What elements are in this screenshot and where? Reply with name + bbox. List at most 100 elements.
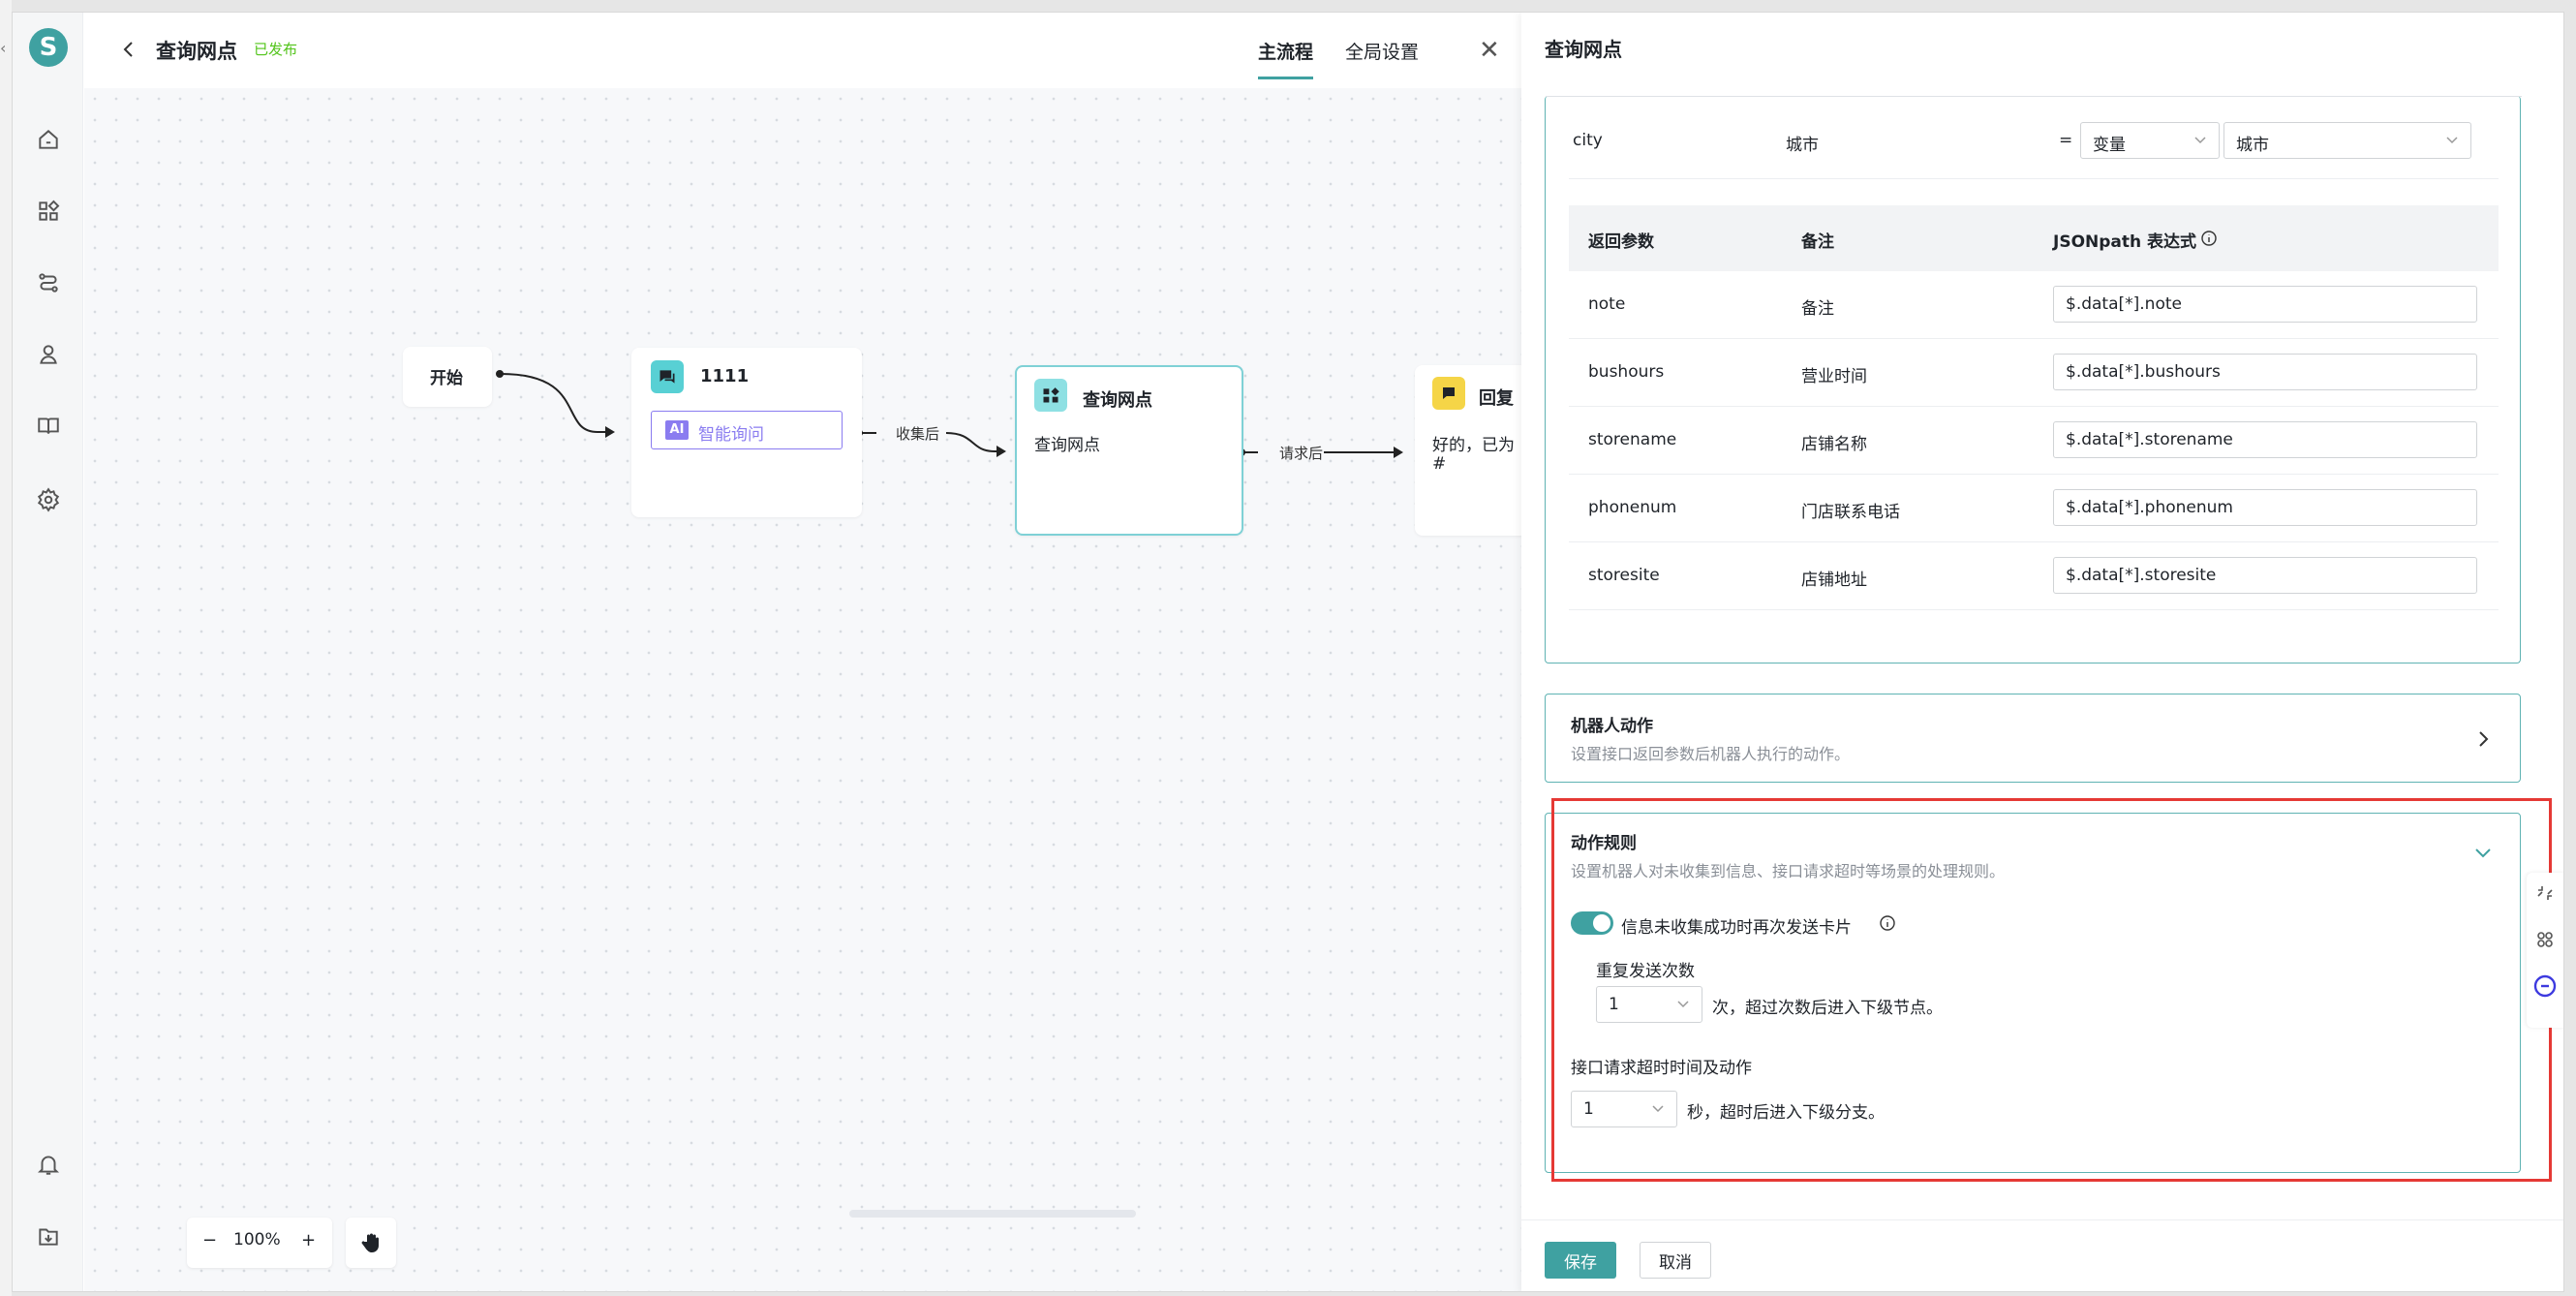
- jsonpath-input[interactable]: $.data[*].storename: [2053, 421, 2477, 458]
- query-node-title: 查询网点: [1083, 390, 1152, 411]
- status-badge: 已发布: [254, 41, 298, 58]
- flow-icon[interactable]: [36, 270, 61, 295]
- arrowhead-collect: [605, 426, 615, 438]
- jsonpath-input[interactable]: $.data[*].bushours: [2053, 354, 2477, 390]
- header-jsonpath: JSONpath 表达式: [2053, 232, 2197, 252]
- back-arrow-icon[interactable]: [117, 38, 140, 61]
- return-params-header: 返回参数 备注 JSONpath 表达式: [1569, 205, 2499, 271]
- row-divider: [1569, 609, 2499, 610]
- params-card: city 城市 = 变量 城市 返回参数 备注 JSONpath 表达式 not…: [1545, 96, 2522, 663]
- link-icon[interactable]: [2534, 929, 2556, 950]
- value-type-select[interactable]: 变量: [2080, 122, 2220, 159]
- api-icon: [1034, 379, 1067, 412]
- zoom-in-button[interactable]: +: [301, 1230, 316, 1250]
- return-param-note: 备注: [1801, 299, 1834, 319]
- reply-node-title: 回复: [1479, 388, 1514, 409]
- chevron-down-icon: [2194, 137, 2206, 144]
- collect-node-title: 1111: [700, 366, 750, 386]
- tab-main-flow[interactable]: 主流程: [1258, 38, 1314, 79]
- edge-label-after-request: 请求后: [1279, 445, 1324, 462]
- return-param-name: storename: [1588, 430, 1677, 449]
- table-row: note 备注 $.data[*].note: [1569, 271, 2499, 339]
- start-node-label: 开始: [430, 369, 463, 388]
- edge-label-after-collect: 收集后: [896, 425, 940, 443]
- query-node-body: 查询网点: [1034, 436, 1100, 455]
- return-param-name: phonenum: [1588, 498, 1677, 517]
- jsonpath-input[interactable]: $.data[*].storesite: [2053, 557, 2477, 594]
- variable-select[interactable]: 城市: [2223, 122, 2471, 159]
- robot-icon[interactable]: [36, 342, 61, 367]
- jsonpath-input[interactable]: $.data[*].note: [2053, 286, 2477, 323]
- message-icon: [1432, 377, 1465, 410]
- tab-global-settings[interactable]: 全局设置: [1345, 38, 1419, 64]
- canvas-horizontal-scrollbar[interactable]: [849, 1210, 1136, 1218]
- expand-icon[interactable]: [2534, 882, 2556, 904]
- table-row: bushours 营业时间 $.data[*].bushours: [1569, 339, 2499, 407]
- editor-header: 查询网点 已发布 主流程 全局设置 ✕: [84, 13, 1521, 88]
- return-param-note: 营业时间: [1801, 367, 1867, 386]
- info-icon[interactable]: [2200, 230, 2218, 247]
- edge-start-to-collect: [500, 373, 612, 433]
- query-node[interactable]: 查询网点 查询网点: [1015, 365, 1243, 536]
- arrowhead-query: [997, 446, 1006, 457]
- panel-title: 查询网点: [1545, 38, 1622, 61]
- left-rail: S: [13, 13, 83, 1291]
- row-divider: [1569, 178, 2499, 179]
- home-icon[interactable]: [36, 127, 61, 152]
- book-icon[interactable]: [36, 414, 61, 439]
- variable-selected: 城市: [2236, 136, 2269, 155]
- smart-ask-tag[interactable]: AI 智能询问: [651, 411, 843, 449]
- reply-node-body-2: #: [1432, 454, 1447, 474]
- apps-icon[interactable]: [36, 199, 61, 224]
- smart-ask-label: 智能询问: [698, 425, 764, 445]
- card-top-edge: [1546, 96, 2522, 97]
- return-param-name: bushours: [1588, 362, 1665, 382]
- pan-tool-button[interactable]: [346, 1218, 396, 1268]
- return-param-name: storesite: [1588, 566, 1660, 585]
- gear-icon[interactable]: [36, 487, 61, 512]
- close-icon[interactable]: ✕: [1479, 36, 1500, 65]
- arrowhead-reply: [1394, 447, 1403, 458]
- reply-node-body: 好的，已为: [1432, 436, 1515, 455]
- edge-after-collect-tail: [945, 432, 1002, 452]
- zoom-level: 100%: [233, 1230, 281, 1250]
- flow-edges: [496, 370, 1403, 458]
- page-title: 查询网点: [156, 40, 237, 63]
- zoom-out-button[interactable]: −: [202, 1230, 217, 1250]
- reply-node[interactable]: 回复 好的，已为 #: [1415, 365, 1531, 536]
- ai-icon: AI: [665, 420, 689, 440]
- start-port: [496, 370, 504, 378]
- return-param-note: 店铺名称: [1801, 435, 1867, 454]
- table-row: storename 店铺名称 $.data[*].storename: [1569, 407, 2499, 475]
- highlight-box: [1551, 798, 2552, 1182]
- chevron-right-icon: [2479, 731, 2489, 747]
- app-logo[interactable]: S: [29, 28, 68, 67]
- background-window-edge: ‹: [0, 0, 12, 1296]
- robot-action-card[interactable]: 机器人动作 设置接口返回参数后机器人执行的动作。: [1545, 694, 2521, 783]
- table-row: storesite 店铺地址 $.data[*].storesite: [1569, 542, 2499, 610]
- return-param-note: 门店联系电话: [1801, 503, 1900, 522]
- app-window: S 查询网点 已发布 主流程 全局设置 ✕ 开始 1111 AI 智能询问 收集…: [12, 12, 2564, 1292]
- header-return-param: 返回参数: [1588, 232, 1654, 252]
- flow-canvas[interactable]: 开始 1111 AI 智能询问 收集后 查询网点 查询网点 请求后 回复 好的，…: [84, 88, 1531, 1291]
- download-icon[interactable]: [36, 1223, 61, 1249]
- hand-icon: [361, 1233, 379, 1252]
- header-note: 备注: [1801, 232, 1834, 252]
- save-button[interactable]: 保存: [1545, 1242, 1616, 1279]
- cancel-button[interactable]: 取消: [1640, 1242, 1711, 1279]
- value-type-selected: 变量: [2093, 136, 2126, 155]
- chat-icon: [651, 360, 684, 393]
- equals-sign: =: [2059, 131, 2073, 150]
- chevron-down-icon: [2446, 137, 2458, 144]
- panel-footer: 保存 取消: [1521, 1219, 2563, 1291]
- help-icon[interactable]: [2532, 973, 2558, 999]
- bell-icon[interactable]: [36, 1152, 61, 1177]
- start-node[interactable]: 开始: [403, 347, 492, 407]
- jsonpath-input[interactable]: $.data[*].phonenum: [2053, 489, 2477, 526]
- return-param-name: note: [1588, 294, 1626, 314]
- robot-action-title: 机器人动作: [1571, 717, 1653, 736]
- request-param-note: 城市: [1786, 136, 1819, 155]
- zoom-control: − 100% +: [187, 1218, 332, 1268]
- collect-node[interactable]: 1111 AI 智能询问: [631, 348, 862, 517]
- floating-tools: [2527, 873, 2563, 1028]
